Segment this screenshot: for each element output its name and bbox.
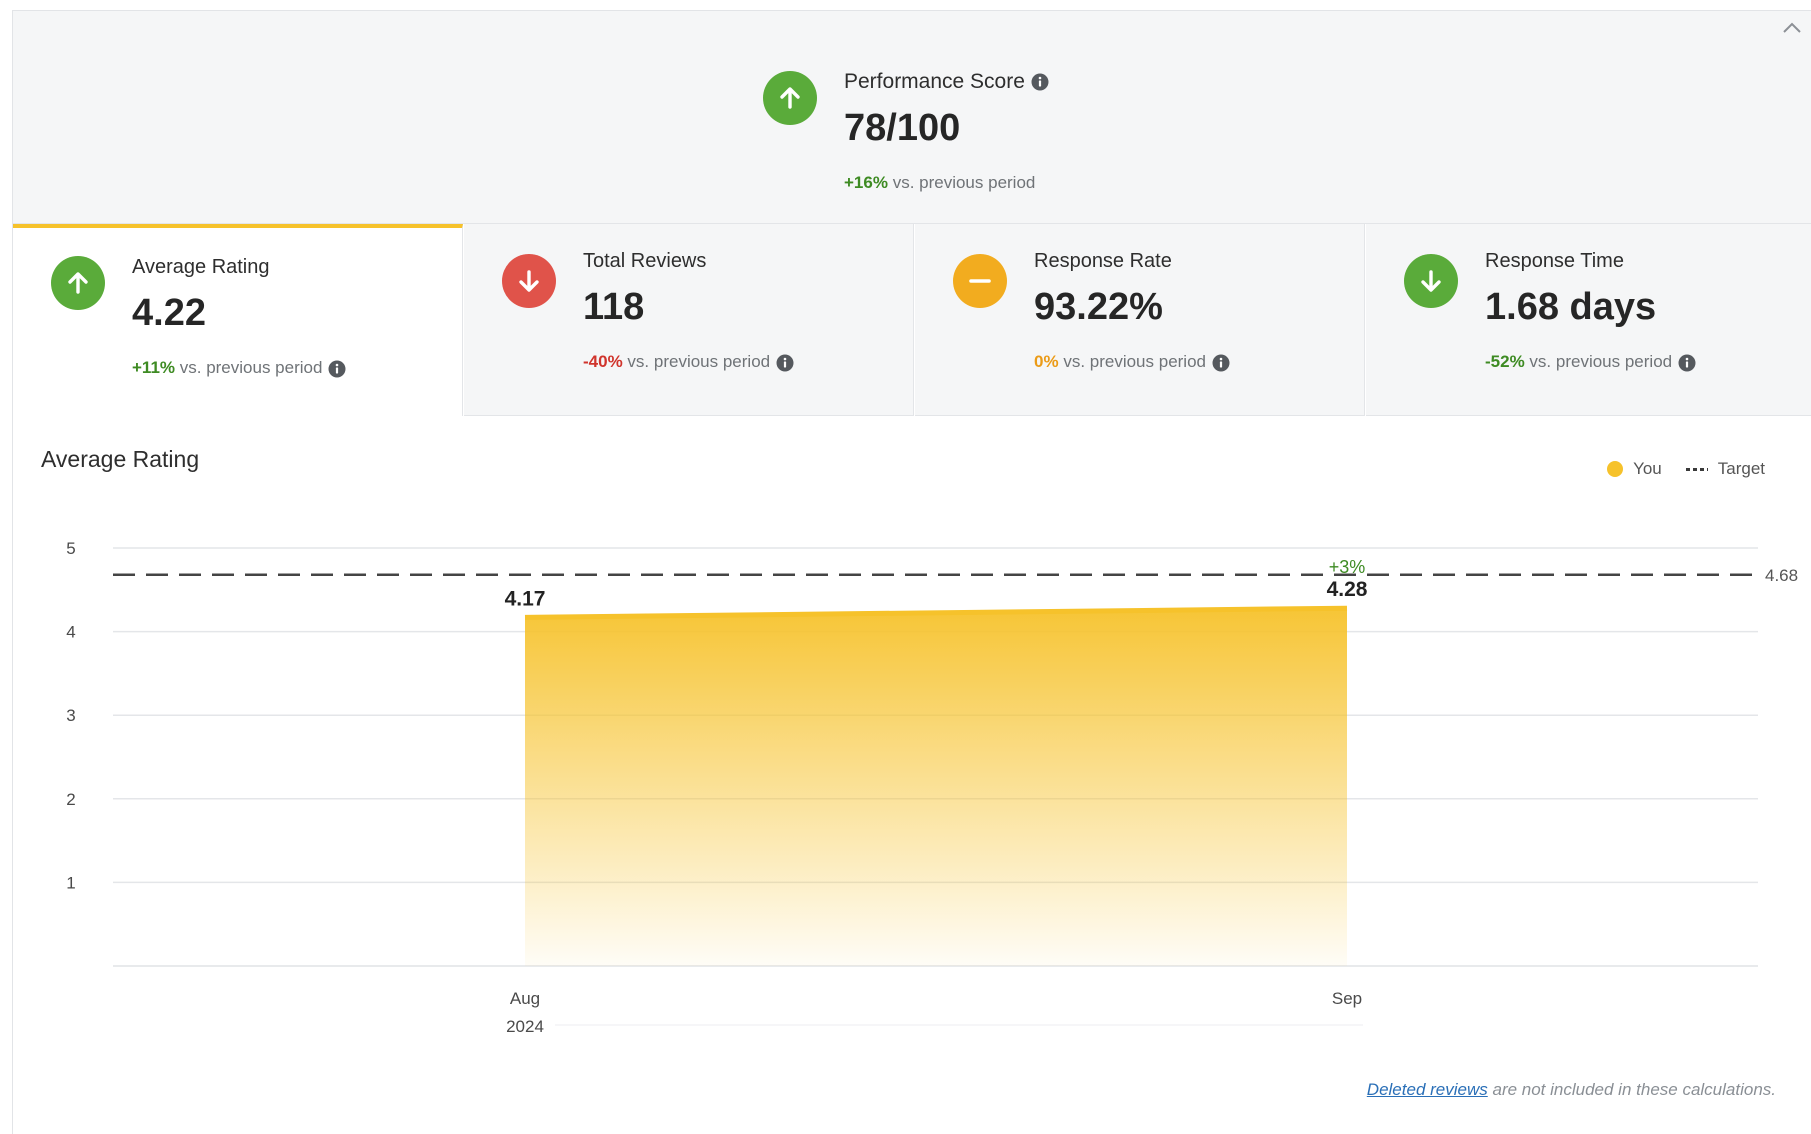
average-rating-chart: 1 2 3 4 5 4.68 4.17 4.28+3% Aug Sep 2024 bbox=[66, 539, 1798, 1036]
y-tick-label: 2 bbox=[66, 790, 75, 809]
y-tick-label: 5 bbox=[66, 539, 75, 558]
target-value-label: 4.68 bbox=[1765, 566, 1798, 585]
data-label: 4.28 bbox=[1327, 578, 1368, 601]
change-label: +3% bbox=[1329, 557, 1366, 577]
x-tick-label: Sep bbox=[1332, 989, 1362, 1008]
x-year-label: 2024 bbox=[506, 1017, 544, 1036]
footer-note: Deleted reviews are not included in thes… bbox=[1367, 1080, 1776, 1100]
footer-text: are not included in these calculations. bbox=[1492, 1080, 1776, 1099]
deleted-reviews-link[interactable]: Deleted reviews bbox=[1367, 1080, 1488, 1099]
data-label: 4.17 bbox=[505, 587, 546, 610]
y-tick-label: 3 bbox=[66, 706, 75, 725]
y-tick-label: 4 bbox=[66, 623, 75, 642]
series-area-you bbox=[525, 608, 1347, 966]
x-tick-label: Aug bbox=[510, 989, 540, 1008]
y-tick-label: 1 bbox=[66, 873, 75, 892]
